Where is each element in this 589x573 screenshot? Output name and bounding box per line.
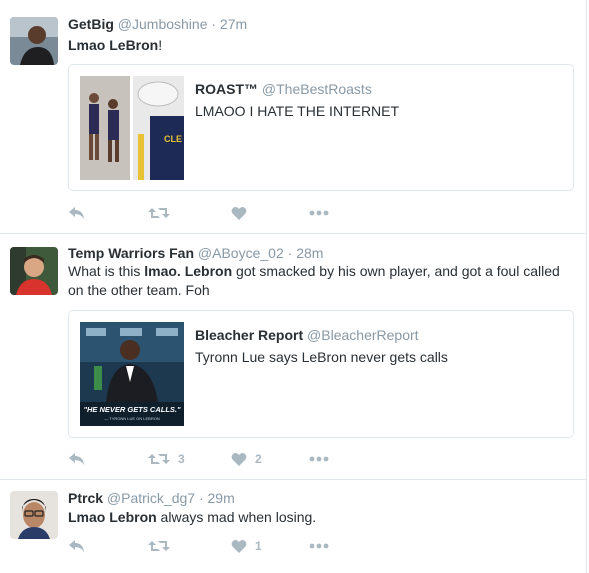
user-handle[interactable]: @Jumboshine <box>118 16 208 32</box>
avatar[interactable] <box>10 247 58 295</box>
card-image[interactable]: CLE <box>80 76 184 180</box>
card-author-name[interactable]: Bleacher Report <box>195 327 303 343</box>
card-header: ROAST™ @TheBestRoasts <box>195 80 372 98</box>
quoted-card[interactable]: "HE NEVER GETS CALLS." — TYRONN LUE ON L… <box>68 310 574 438</box>
reply-icon <box>69 207 84 219</box>
card-author-name[interactable]: ROAST™ <box>195 81 258 97</box>
retweet-icon <box>148 454 170 464</box>
timestamp[interactable]: · 28m <box>288 245 324 261</box>
timestamp[interactable]: · 27m <box>211 16 247 32</box>
reply-button[interactable] <box>68 536 86 556</box>
user-fullname[interactable]: Temp Warriors Fan <box>68 245 194 261</box>
card-image-caption: "HE NEVER GETS CALLS." <box>83 405 181 414</box>
tweet-text: What is this lmao. Lebron got smacked by… <box>68 263 560 298</box>
svg-text:CLE: CLE <box>164 134 182 144</box>
tweet-text: Lmao LeBron! <box>68 37 163 53</box>
user-fullname[interactable]: GetBig <box>68 16 114 32</box>
user-handle[interactable]: @ABoyce_02 <box>198 245 284 261</box>
more-button[interactable] <box>309 536 329 556</box>
more-button[interactable] <box>309 449 329 469</box>
avatar[interactable] <box>10 17 58 65</box>
tweet-actions: 3 2 <box>68 449 368 469</box>
tweet[interactable]: GetBig @Jumboshine · 27m Lmao LeBron! CL… <box>0 0 587 234</box>
card-text: LMAOO I HATE THE INTERNET <box>195 103 400 119</box>
like-button[interactable]: 2 <box>231 449 262 469</box>
user-fullname[interactable]: Ptrck <box>68 490 103 506</box>
tweet-header: Temp Warriors Fan @ABoyce_02 · 28m <box>68 244 323 262</box>
more-icon <box>309 543 329 549</box>
card-author-handle[interactable]: @TheBestRoasts <box>262 81 372 97</box>
tweet-text: Lmao Lebron always mad when losing. <box>68 509 317 525</box>
heart-icon <box>231 206 247 220</box>
tweet-header: Ptrck @Patrick_dg7 · 29m <box>68 489 235 507</box>
like-button[interactable]: 1 <box>231 536 262 556</box>
retweet-icon <box>148 541 170 551</box>
reply-button[interactable] <box>68 203 86 223</box>
tweet[interactable]: Temp Warriors Fan @ABoyce_02 · 28m What … <box>0 234 587 480</box>
like-count: 2 <box>255 452 262 466</box>
more-icon <box>309 210 329 216</box>
tweet-header: GetBig @Jumboshine · 27m <box>68 15 247 33</box>
quoted-card[interactable]: CLE ROAST™ @TheBestRoasts LMAOO I HATE T… <box>68 64 574 191</box>
retweet-button[interactable]: 3 <box>148 449 185 469</box>
reply-icon <box>69 540 84 552</box>
card-image[interactable]: "HE NEVER GETS CALLS." — TYRONN LUE ON L… <box>80 322 184 426</box>
card-header: Bleacher Report @BleacherReport <box>195 326 419 344</box>
like-button[interactable] <box>231 203 255 223</box>
heart-icon <box>231 452 247 466</box>
avatar[interactable] <box>10 491 58 539</box>
card-author-handle[interactable]: @BleacherReport <box>307 327 419 343</box>
tweet[interactable]: Ptrck @Patrick_dg7 · 29m Lmao Lebron alw… <box>0 480 587 573</box>
card-text: Tyronn Lue says LeBron never gets calls <box>195 349 448 365</box>
heart-icon <box>231 539 247 553</box>
timestamp[interactable]: · 29m <box>199 490 235 506</box>
tweet-actions <box>68 203 368 223</box>
retweet-icon <box>148 208 170 218</box>
more-icon <box>309 456 329 462</box>
user-handle[interactable]: @Patrick_dg7 <box>107 490 195 506</box>
timeline: GetBig @Jumboshine · 27m Lmao LeBron! CL… <box>0 0 587 573</box>
tweet-actions: 1 <box>68 536 368 556</box>
card-image-subcaption: — TYRONN LUE ON LEBRON <box>104 416 160 421</box>
reply-button[interactable] <box>68 449 86 469</box>
more-button[interactable] <box>309 203 329 223</box>
retweet-button[interactable] <box>148 536 178 556</box>
like-count: 1 <box>255 539 262 553</box>
reply-icon <box>69 453 84 465</box>
retweet-button[interactable] <box>148 203 178 223</box>
retweet-count: 3 <box>178 452 185 466</box>
